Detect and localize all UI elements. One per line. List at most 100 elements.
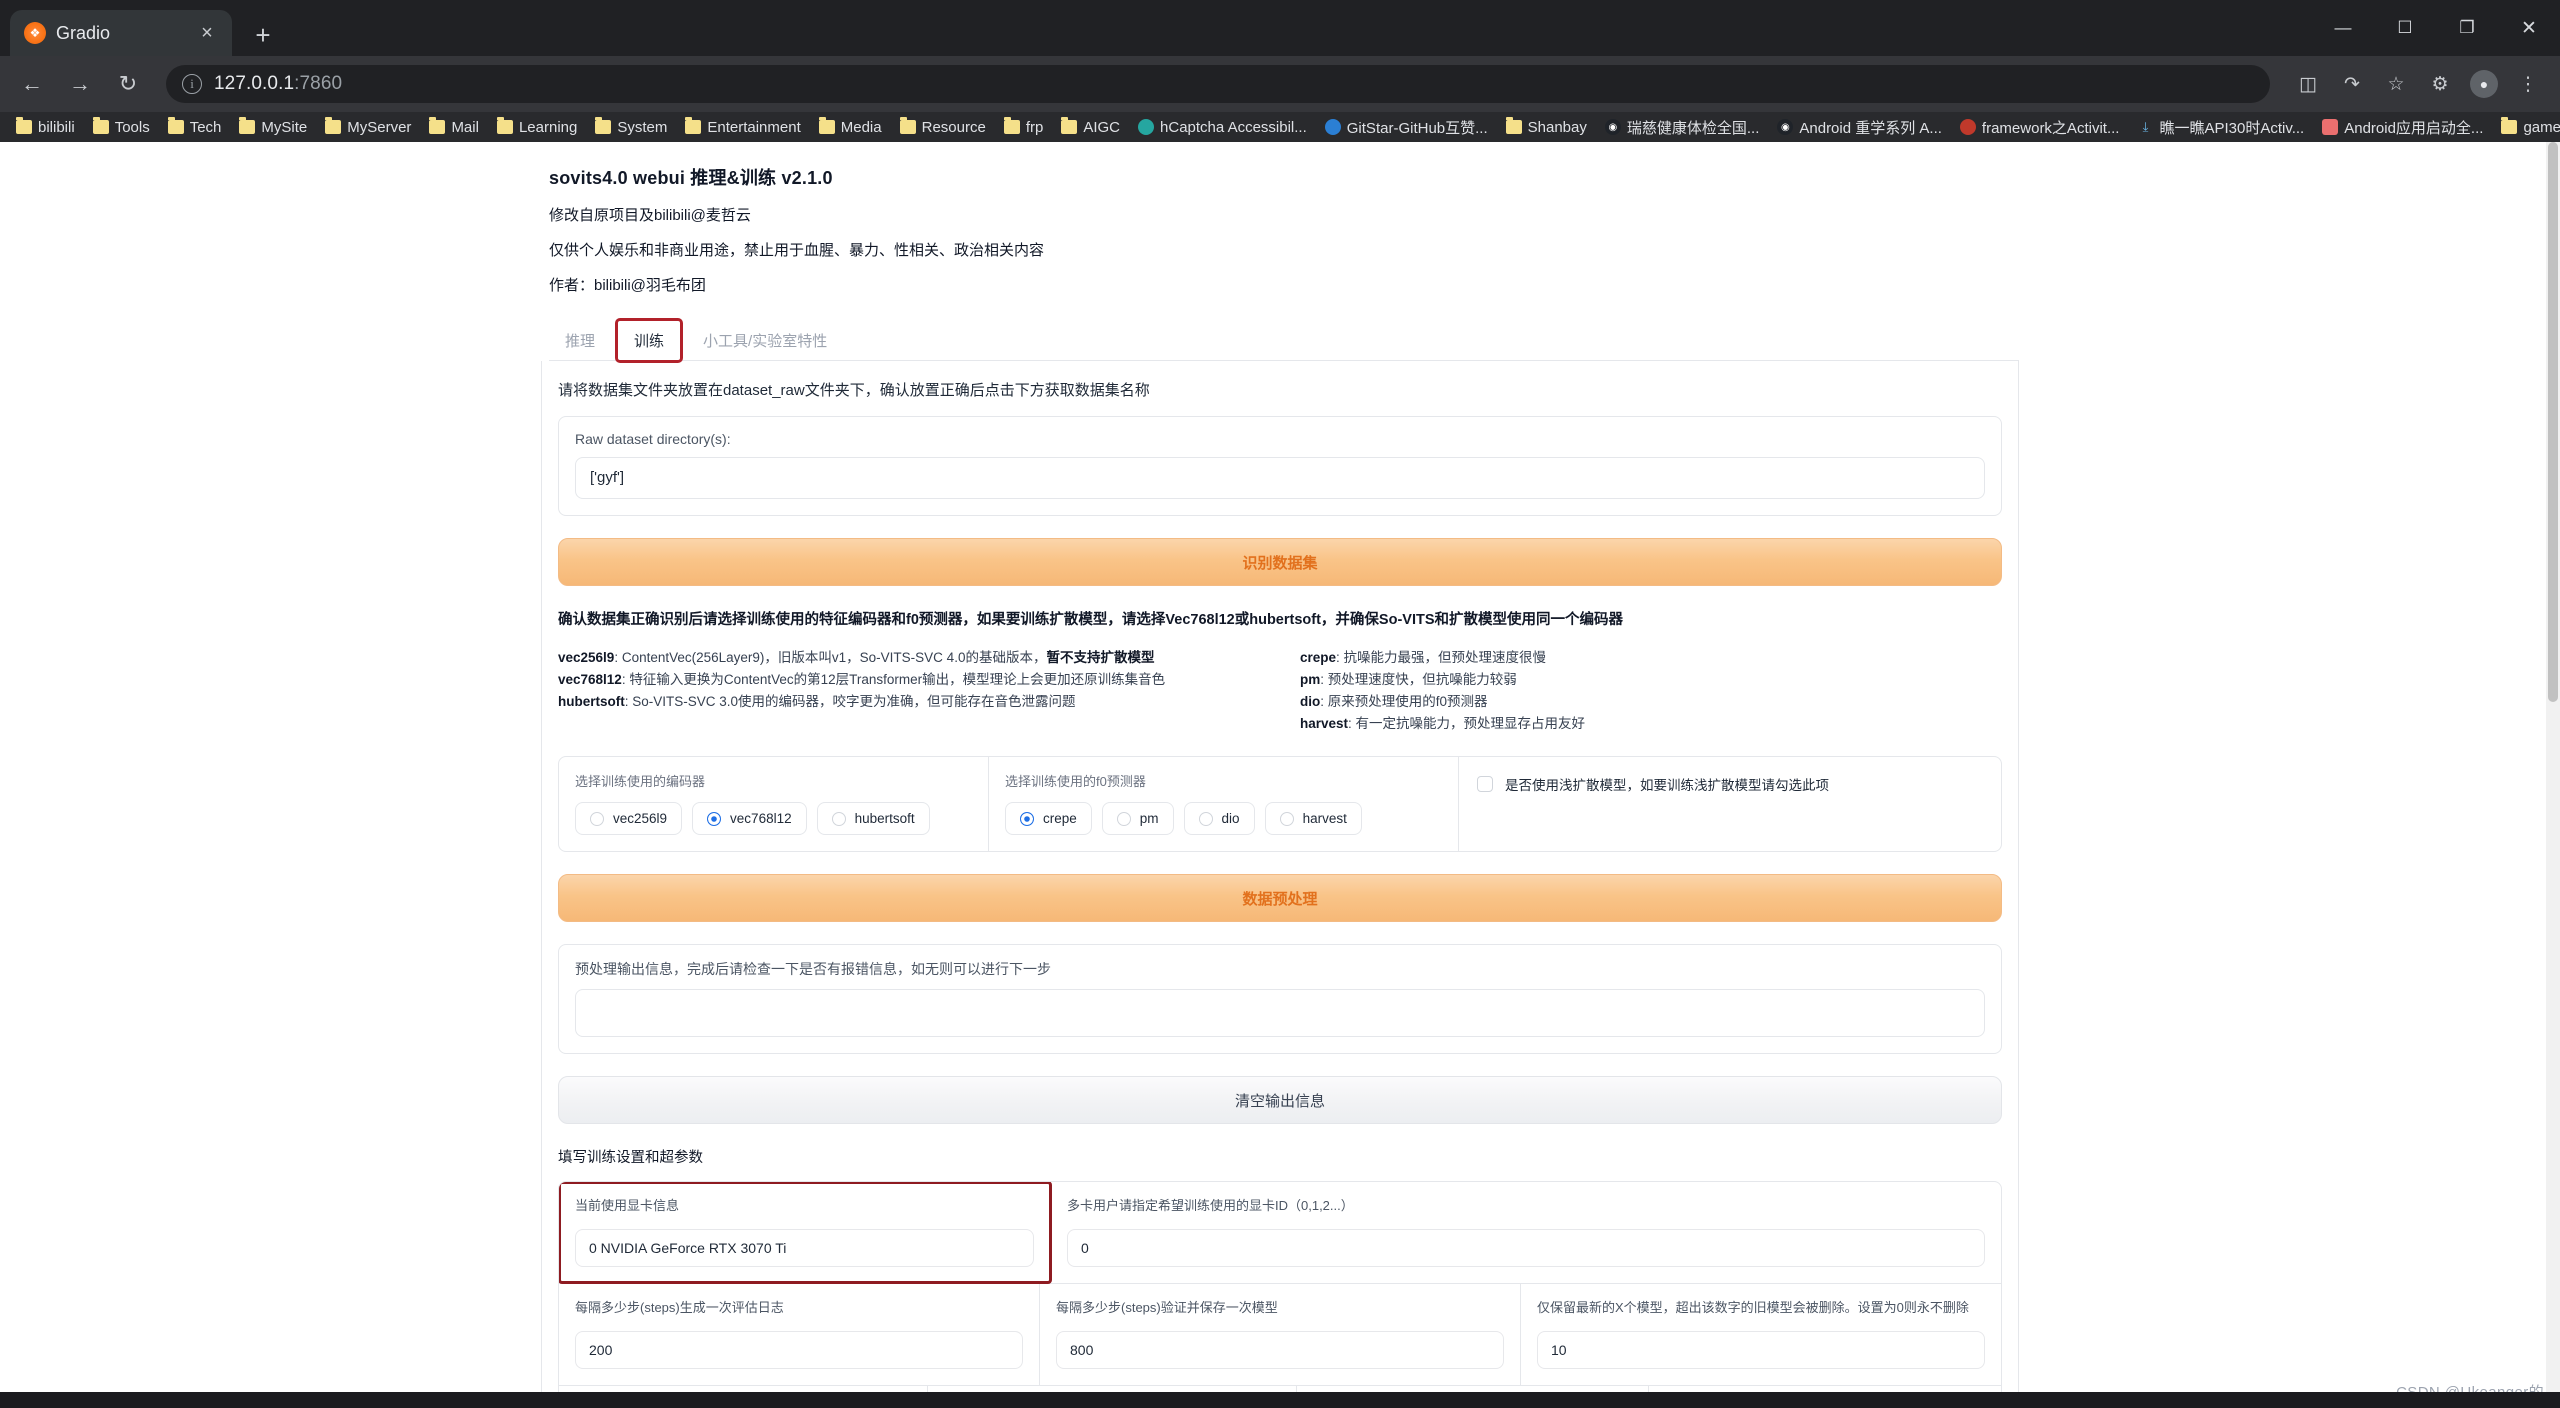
identify-dataset-button[interactable]: 识别数据集	[558, 538, 2002, 586]
radio-dot-icon	[1199, 812, 1213, 826]
close-icon[interactable]: ×	[196, 23, 218, 43]
checkbox-icon[interactable]	[1477, 776, 1493, 792]
address-bar[interactable]: i 127.0.0.1:7860	[166, 65, 2270, 103]
radio-dot-icon-selected	[1020, 812, 1034, 826]
desc-hubertsoft: hubertsoft: So-VITS-SVC 3.0使用的编码器，咬字更为准确…	[558, 691, 1260, 713]
bookmark-item[interactable]: Learning	[489, 117, 585, 138]
site-info-icon[interactable]: i	[182, 74, 202, 94]
extensions-icon[interactable]: ⚙	[2420, 64, 2460, 104]
tab-tools[interactable]: 小工具/实验室特性	[687, 321, 843, 360]
settings-row-2: 每隔多少步(steps)生成一次评估日志 200 每隔多少步(steps)验证并…	[559, 1283, 2001, 1385]
radio-pm[interactable]: pm	[1102, 802, 1174, 835]
training-settings-label: 填写训练设置和超参数	[558, 1146, 2002, 1167]
window-close-button[interactable]: ✕	[2498, 0, 2560, 56]
preprocess-output-textarea[interactable]	[575, 989, 1985, 1037]
vertical-scrollbar[interactable]	[2546, 142, 2560, 1408]
profile-avatar[interactable]: ●	[2470, 70, 2498, 98]
bookmark-item[interactable]: bilibili	[8, 117, 83, 138]
bookmark-item[interactable]: ◉Android 重学系列 A...	[1769, 115, 1950, 140]
bookmark-item[interactable]: MyServer	[317, 117, 419, 138]
bookmark-item[interactable]: Shanbay	[1498, 117, 1595, 138]
new-tab-button[interactable]: +	[246, 22, 280, 48]
tab-inference[interactable]: 推理	[549, 321, 611, 360]
log-interval-input[interactable]: 200	[575, 1331, 1023, 1369]
star-icon[interactable]: ☆	[2376, 64, 2416, 104]
desc-crepe: crepe: 抗噪能力最强，但预处理速度很慢	[1300, 647, 2002, 669]
bookmark-item[interactable]: AIGC	[1053, 117, 1128, 138]
page-title: sovits4.0 webui 推理&训练 v2.1.0	[549, 164, 2019, 190]
desc-dio: dio: 原来预处理使用的f0预测器	[1300, 691, 2002, 713]
bookmark-item[interactable]: Tools	[85, 117, 158, 138]
data-preprocess-button[interactable]: 数据预处理	[558, 874, 2002, 922]
menu-icon[interactable]: ⋮	[2508, 64, 2548, 104]
desc-pm: pm: 预处理速度快，但抗噪能力较弱	[1300, 669, 2002, 691]
gradio-app: sovits4.0 webui 推理&训练 v2.1.0 修改自原项目及bili…	[541, 142, 2019, 1408]
bookmark-item[interactable]: Entertainment	[677, 117, 808, 138]
bookmark-item[interactable]: Android应用启动全...	[2314, 115, 2491, 140]
raw-dataset-input[interactable]: ['gyf']	[575, 457, 1985, 499]
folder-icon	[1061, 120, 1077, 134]
bookmark-item[interactable]: hCaptcha Accessibil...	[1130, 117, 1315, 138]
encoder-f0-controls: 选择训练使用的编码器 vec256l9 vec768l12 hubertsoft…	[558, 756, 2002, 852]
gpu-info-value[interactable]: 0 NVIDIA GeForce RTX 3070 Ti	[575, 1229, 1034, 1267]
share-icon[interactable]: ↷	[2332, 64, 2372, 104]
gpu-id-cell: 多卡用户请指定希望训练使用的显卡ID（0,1,2...） 0	[1051, 1182, 2001, 1283]
minimize-button[interactable]: —	[2312, 0, 2374, 56]
app-subtitle-origin: 修改自原项目及bilibili@麦哲云	[549, 204, 2019, 225]
training-panel: 请将数据集文件夹放置在dataset_raw文件夹下，确认放置正确后点击下方获取…	[541, 361, 2019, 1408]
f0-group-label: 选择训练使用的f0预测器	[1005, 771, 1442, 790]
raw-dataset-block: Raw dataset directory(s): ['gyf']	[558, 416, 2002, 516]
gpu-id-label: 多卡用户请指定希望训练使用的显卡ID（0,1,2...）	[1067, 1196, 1985, 1217]
back-icon[interactable]: ←	[12, 64, 52, 104]
bookmark-item[interactable]: game	[2493, 117, 2560, 138]
radio-vec768l12[interactable]: vec768l12	[692, 802, 807, 835]
forward-icon[interactable]: →	[60, 64, 100, 104]
gitstar-icon	[1325, 119, 1341, 135]
gpu-id-input[interactable]: 0	[1067, 1229, 1985, 1267]
radio-dot-icon-selected	[707, 812, 721, 826]
radio-dot-icon	[1117, 812, 1131, 826]
bookmark-item[interactable]: framework之Activit...	[1952, 115, 2128, 140]
bookmark-item[interactable]: Tech	[160, 117, 230, 138]
folder-icon	[239, 120, 255, 134]
browser-tab[interactable]: ❖ Gradio ×	[10, 10, 232, 56]
radio-dio[interactable]: dio	[1184, 802, 1255, 835]
eval-interval-label: 每隔多少步(steps)验证并保存一次模型	[1056, 1298, 1504, 1319]
split-screen-icon[interactable]: ◫	[2288, 64, 2328, 104]
folder-icon	[685, 120, 701, 134]
keep-ckpts-input[interactable]: 10	[1537, 1331, 1985, 1369]
desc-vec256l9: vec256l9: ContentVec(256Layer9)，旧版本叫v1，S…	[558, 647, 1260, 669]
bookmark-item[interactable]: Media	[811, 117, 890, 138]
folder-icon	[93, 120, 109, 134]
restore-button[interactable]: ❐	[2436, 0, 2498, 56]
maximize-button[interactable]: ☐	[2374, 0, 2436, 56]
jianshu-icon	[2322, 119, 2338, 135]
radio-crepe[interactable]: crepe	[1005, 802, 1092, 835]
folder-icon	[1004, 120, 1020, 134]
tab-training[interactable]: 训练	[617, 320, 681, 361]
desc-vec768l12: vec768l12: 特征输入更换为ContentVec的第12层Transfo…	[558, 669, 1260, 691]
radio-harvest[interactable]: harvest	[1265, 802, 1362, 835]
bookmark-item[interactable]: Resource	[892, 117, 994, 138]
radio-hubertsoft[interactable]: hubertsoft	[817, 802, 930, 835]
gradio-logo-icon: ❖	[24, 22, 46, 44]
bookmarks-bar: bilibili Tools Tech MySite MyServer Mail…	[0, 112, 2560, 142]
tab-title: Gradio	[56, 23, 186, 44]
bookmark-item[interactable]: frp	[996, 117, 1052, 138]
radio-vec256l9[interactable]: vec256l9	[575, 802, 682, 835]
f0-descriptions: crepe: 抗噪能力最强，但预处理速度很慢 pm: 预处理速度快，但抗噪能力较…	[1300, 647, 2002, 734]
bookmark-item[interactable]: GitStar-GitHub互赞...	[1317, 115, 1496, 140]
encoder-f0-descriptions: vec256l9: ContentVec(256Layer9)，旧版本叫v1，S…	[558, 647, 2002, 734]
bookmark-item[interactable]: ◉瑞慈健康体检全国...	[1597, 115, 1768, 140]
bookmark-item[interactable]: Mail	[421, 117, 487, 138]
folder-icon	[1506, 120, 1522, 134]
bookmark-item[interactable]: ⤓瞧一瞧API30时Activ...	[2129, 115, 2312, 140]
diffusion-checkbox-row[interactable]: 是否使用浅扩散模型，如要训练浅扩散模型请勾选此项	[1475, 771, 1985, 801]
framework-icon	[1960, 119, 1976, 135]
eval-interval-input[interactable]: 800	[1056, 1331, 1504, 1369]
bookmark-item[interactable]: System	[587, 117, 675, 138]
bookmark-item[interactable]: MySite	[231, 117, 315, 138]
scrollbar-thumb[interactable]	[2548, 142, 2558, 702]
reload-icon[interactable]: ↻	[108, 64, 148, 104]
clear-output-button[interactable]: 清空输出信息	[558, 1076, 2002, 1124]
